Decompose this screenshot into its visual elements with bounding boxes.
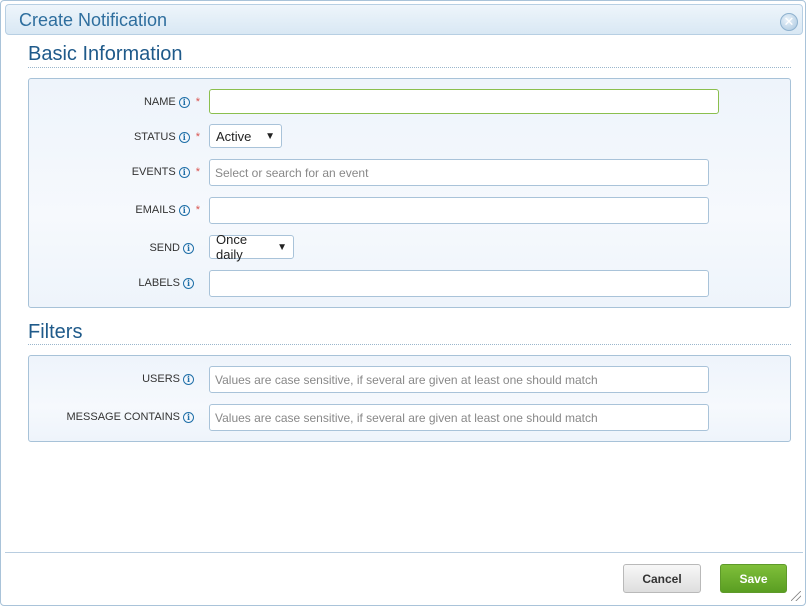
- status-select[interactable]: Active ▼: [209, 124, 282, 148]
- chevron-down-icon: ▼: [277, 241, 287, 253]
- status-select-value: Active: [216, 128, 252, 144]
- send-label: SEND i: [149, 242, 194, 254]
- message-contains-label: MESSAGE CONTAINS i: [67, 411, 194, 423]
- emails-label-text: EMAILS: [135, 204, 176, 216]
- users-label-text: USERS: [142, 373, 180, 385]
- close-icon[interactable]: ✕: [780, 13, 798, 31]
- name-input[interactable]: [209, 89, 719, 114]
- name-label: NAME i *: [144, 96, 200, 108]
- events-input[interactable]: [209, 159, 709, 186]
- status-label-text: STATUS: [133, 131, 176, 143]
- users-input[interactable]: [209, 366, 709, 393]
- emails-input[interactable]: [209, 197, 709, 224]
- required-marker: *: [195, 204, 200, 216]
- info-icon[interactable]: i: [183, 277, 194, 289]
- save-button[interactable]: Save: [720, 564, 787, 593]
- labels-label-text: LABELS: [138, 277, 180, 289]
- info-icon[interactable]: i: [178, 131, 190, 143]
- cancel-button[interactable]: Cancel: [623, 564, 701, 593]
- message-contains-label-text: MESSAGE CONTAINS: [66, 411, 180, 423]
- info-icon[interactable]: i: [178, 96, 190, 108]
- dialog-title: Create Notification: [19, 10, 168, 30]
- name-label-text: NAME: [143, 96, 176, 108]
- footer-divider: [5, 552, 803, 553]
- status-label: STATUS i *: [134, 131, 200, 143]
- section-divider: [28, 67, 791, 68]
- send-select-value: Once daily: [216, 232, 248, 262]
- info-icon[interactable]: i: [178, 204, 190, 216]
- basic-information-heading: Basic Information: [28, 43, 183, 65]
- users-label: USERS i: [142, 373, 194, 385]
- section-divider: [28, 344, 791, 345]
- resize-grip-icon[interactable]: [791, 591, 801, 601]
- info-icon[interactable]: i: [178, 166, 190, 178]
- emails-label: EMAILS i *: [135, 204, 200, 216]
- labels-input[interactable]: [209, 270, 709, 297]
- info-icon[interactable]: i: [183, 373, 194, 385]
- required-marker: *: [195, 166, 200, 178]
- required-marker: *: [195, 131, 200, 143]
- events-label: EVENTS i *: [132, 166, 200, 178]
- required-marker: *: [195, 96, 200, 108]
- send-label-text: SEND: [149, 242, 180, 254]
- send-select[interactable]: Once daily ▼: [209, 232, 294, 262]
- message-contains-input[interactable]: [209, 404, 709, 431]
- events-label-text: EVENTS: [131, 166, 176, 178]
- info-icon[interactable]: i: [183, 242, 194, 254]
- create-notification-dialog: Create Notification ✕ Basic Information …: [0, 0, 806, 606]
- filters-heading: Filters: [28, 321, 83, 343]
- chevron-down-icon: ▼: [265, 130, 275, 142]
- info-icon[interactable]: i: [183, 411, 194, 423]
- labels-label: LABELS i: [138, 277, 194, 289]
- dialog-titlebar[interactable]: Create Notification ✕: [5, 4, 803, 35]
